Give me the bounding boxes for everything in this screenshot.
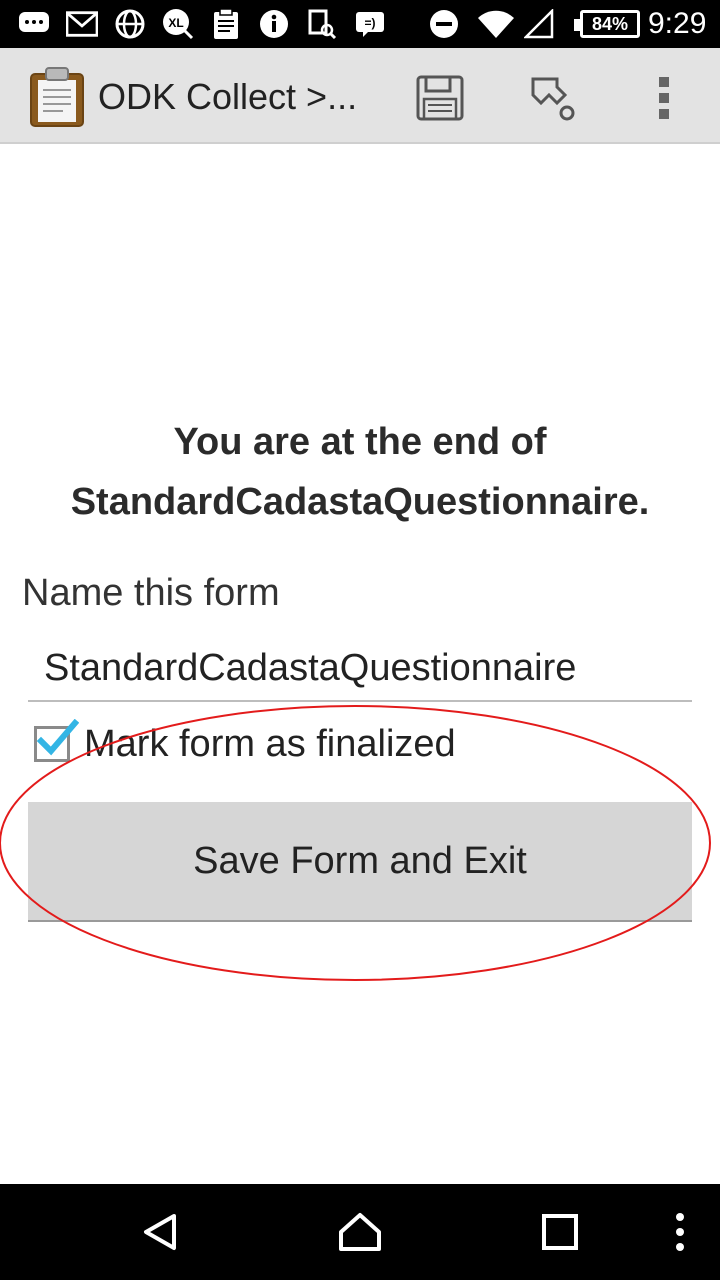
action-bar: ODK Collect >... (0, 48, 720, 144)
gmail-icon (66, 8, 98, 40)
wifi-icon (476, 8, 516, 40)
battery-level: 84% (591, 13, 629, 34)
battery-icon: 84% (574, 10, 640, 38)
name-form-label: Name this form (22, 572, 280, 614)
clock: 9:29 (648, 7, 707, 40)
signal-icon (522, 8, 556, 40)
clipboard-app-icon[interactable] (28, 66, 86, 128)
xl-icon: XL (162, 8, 194, 40)
back-icon[interactable] (130, 1202, 190, 1262)
mark-finalized-checkbox[interactable] (34, 719, 79, 762)
info-icon (258, 8, 290, 40)
menu-icon[interactable] (650, 1202, 710, 1262)
cast-icon: =) (354, 8, 386, 40)
scan-icon (306, 8, 338, 40)
svg-text:=): =) (364, 16, 375, 30)
save-icon[interactable] (412, 70, 468, 126)
globe-icon (114, 8, 146, 40)
goto-icon[interactable] (524, 70, 580, 126)
dnd-icon (428, 8, 460, 40)
recents-icon[interactable] (530, 1202, 590, 1262)
status-bar: XL =) 84% 9:29 (0, 0, 720, 48)
mark-finalized-checkbox-row[interactable]: Mark form as finalized (34, 716, 456, 772)
mark-finalized-label: Mark form as finalized (84, 722, 456, 765)
svg-text:XL: XL (168, 16, 183, 30)
chat-icon (18, 8, 50, 40)
end-of-form-message: You are at the end of StandardCadastaQue… (70, 421, 650, 523)
app-title: ODK Collect >... (98, 76, 358, 117)
save-form-and-exit-button[interactable]: Save Form and Exit (28, 802, 692, 922)
form-name-input[interactable] (28, 636, 692, 702)
navigation-bar (0, 1184, 720, 1280)
overflow-menu-icon[interactable] (636, 70, 692, 126)
home-icon[interactable] (330, 1202, 390, 1262)
clipboard-icon (210, 8, 242, 40)
